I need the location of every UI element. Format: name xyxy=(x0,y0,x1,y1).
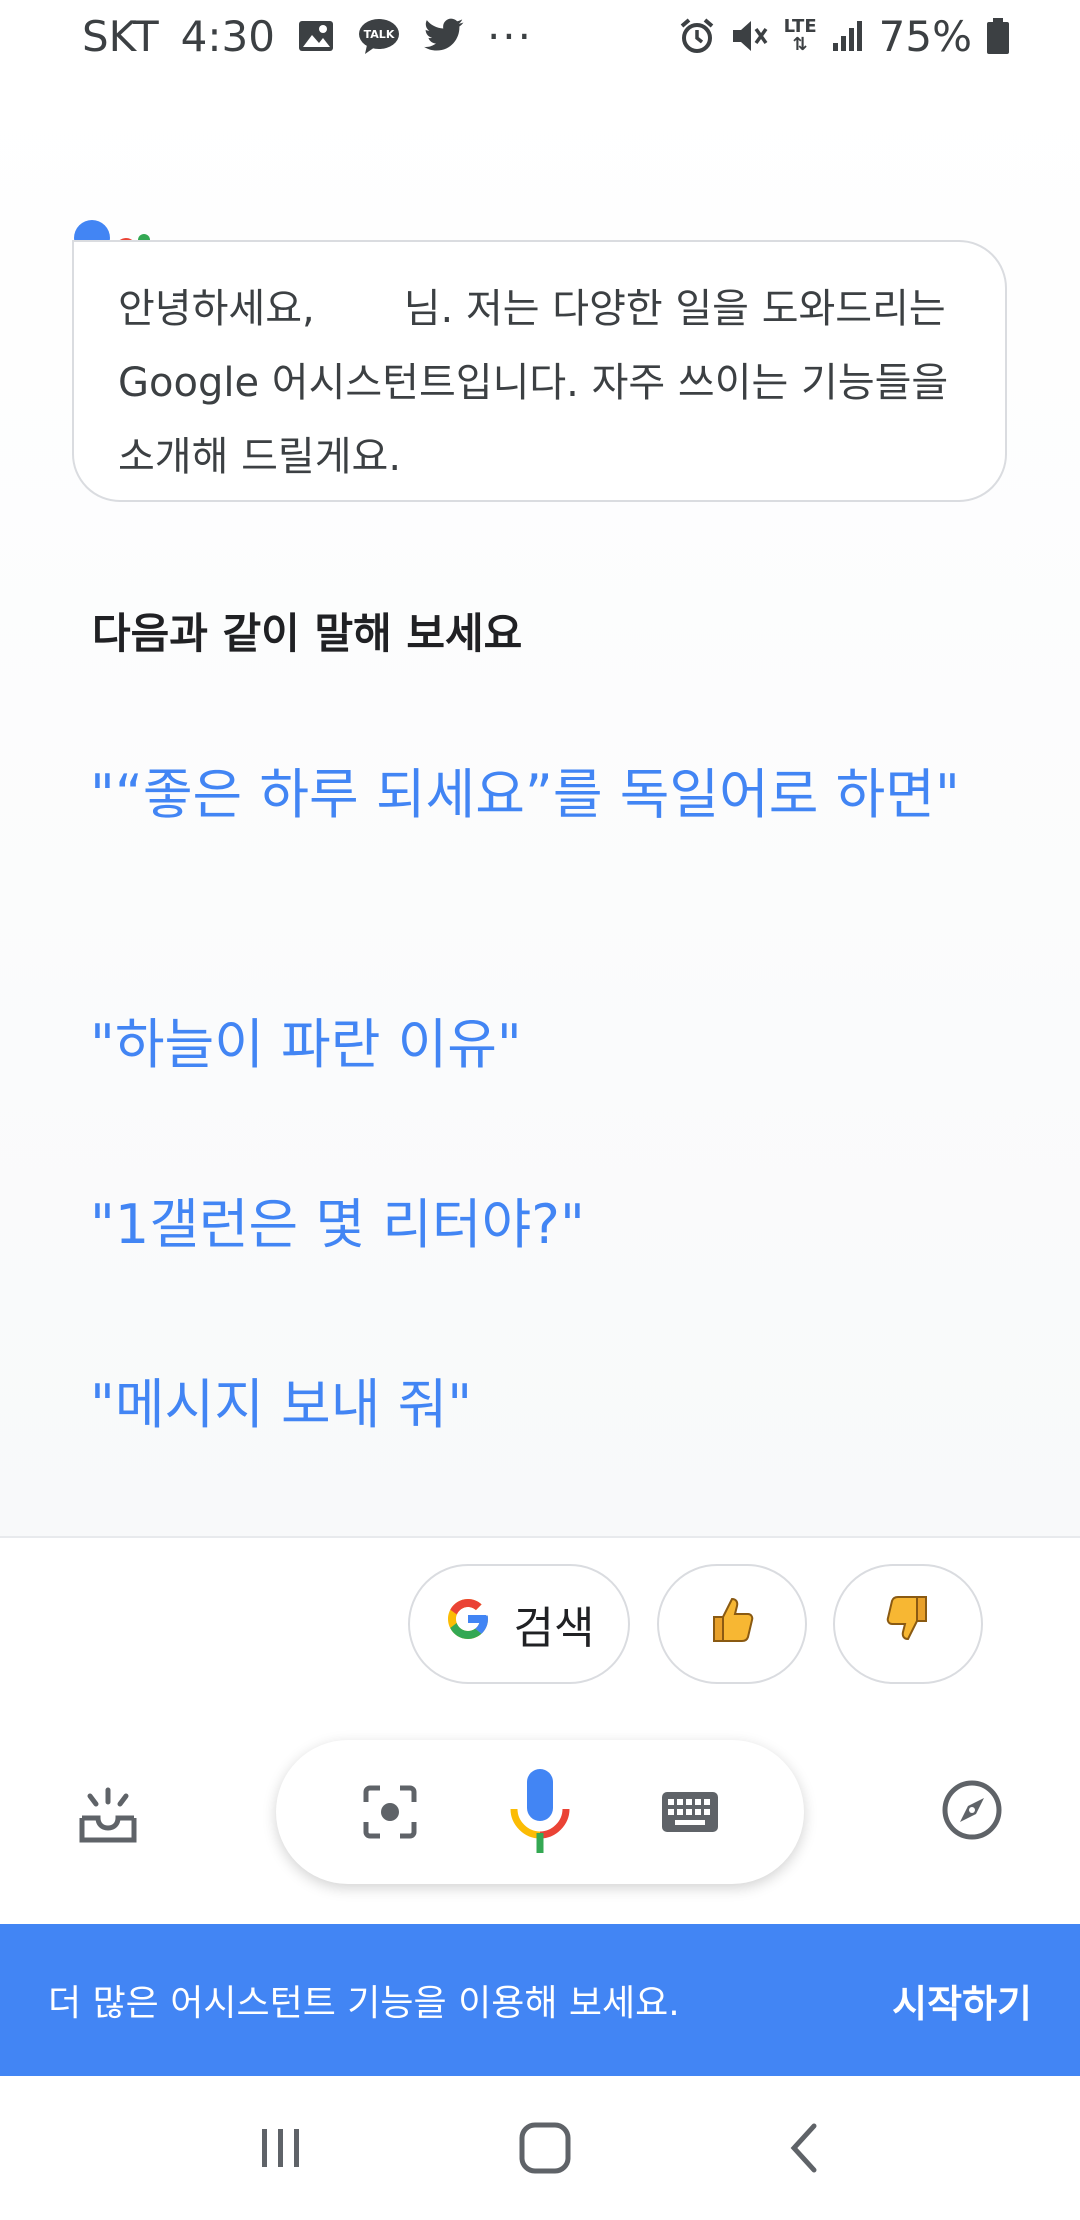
thumbs-up-icon xyxy=(708,1593,756,1656)
mute-icon xyxy=(730,17,770,55)
google-search-chip[interactable]: 검색 xyxy=(408,1564,630,1684)
search-chip-label: 검색 xyxy=(513,1603,595,1654)
suggestion-chip[interactable]: "“좋은 하루 되세요”를 독일어로 하면" xyxy=(90,762,970,828)
twitter-icon xyxy=(423,18,465,54)
start-button[interactable]: 시작하기 xyxy=(892,1973,1032,2028)
assistant-greeting-text: 안녕하세요, 님. 저는 다양한 일을 도와드리는 Google 어시스턴트입니… xyxy=(118,286,961,480)
assistant-greeting-bubble: 안녕하세요, 님. 저는 다양한 일을 도와드리는 Google 어시스턴트입니… xyxy=(72,240,1007,502)
kakaotalk-icon: TALK xyxy=(357,17,401,55)
assistant-conversation: 안녕하세요, 님. 저는 다양한 일을 도와드리는 Google 어시스턴트입니… xyxy=(0,72,1080,1537)
more-notifications-icon: ··· xyxy=(486,11,533,61)
home-button[interactable] xyxy=(518,2121,572,2175)
status-time: 4:30 xyxy=(180,11,275,61)
gallery-icon xyxy=(297,19,335,53)
status-right: LTE ⇅ 75% xyxy=(678,12,1010,61)
suggestion-chip[interactable]: "메시지 보내 줘" xyxy=(90,1372,970,1438)
updates-icon xyxy=(76,1784,140,1852)
thumbs-down-button[interactable] xyxy=(833,1564,983,1684)
carrier-label: SKT xyxy=(82,11,159,61)
thumbs-down-icon xyxy=(884,1593,932,1656)
explore-button[interactable] xyxy=(940,1780,1004,1844)
battery-icon xyxy=(986,17,1010,55)
alarm-icon xyxy=(678,17,716,55)
lte-icon: LTE ⇅ xyxy=(784,18,817,54)
status-bar: SKT 4:30 TALK ··· LTE ⇅ 75% xyxy=(0,0,1080,72)
mic-icon xyxy=(510,1769,570,1853)
updates-button[interactable] xyxy=(70,1780,146,1856)
thumbs-up-button[interactable] xyxy=(657,1564,807,1684)
signal-icon xyxy=(831,19,865,53)
lens-icon xyxy=(363,1785,417,1839)
system-nav-bar xyxy=(0,2076,1080,2220)
keyboard-icon xyxy=(662,1792,718,1832)
input-pill xyxy=(276,1740,804,1884)
back-icon xyxy=(790,2123,817,2173)
suggestions-title: 다음과 같이 말해 보세요 xyxy=(92,609,523,658)
home-icon xyxy=(519,2122,571,2174)
suggestion-chip[interactable]: "1갤런은 몇 리터야?" xyxy=(90,1192,970,1258)
recent-apps-button[interactable] xyxy=(256,2123,306,2173)
back-button[interactable] xyxy=(784,2121,824,2175)
battery-percent: 75% xyxy=(878,11,972,61)
kakaotalk-badge-text: TALK xyxy=(364,28,395,41)
recent-apps-icon xyxy=(262,2129,299,2167)
promo-banner: 더 많은 어시스턴트 기능을 이용해 보세요. 시작하기 xyxy=(0,1924,1080,2076)
keyboard-button[interactable] xyxy=(660,1790,720,1834)
lte-arrows-icon: ⇅ xyxy=(792,34,808,55)
suggestion-chip[interactable]: "하늘이 파란 이유" xyxy=(90,1012,970,1078)
google-g-icon xyxy=(444,1595,492,1654)
mic-button[interactable] xyxy=(508,1767,572,1857)
promo-text: 더 많은 어시스턴트 기능을 이용해 보세요. xyxy=(48,1983,680,2024)
divider xyxy=(0,1536,1080,1538)
lens-button[interactable] xyxy=(360,1782,420,1842)
explore-icon xyxy=(940,1778,1004,1846)
status-left: SKT 4:30 TALK ··· xyxy=(82,12,533,61)
